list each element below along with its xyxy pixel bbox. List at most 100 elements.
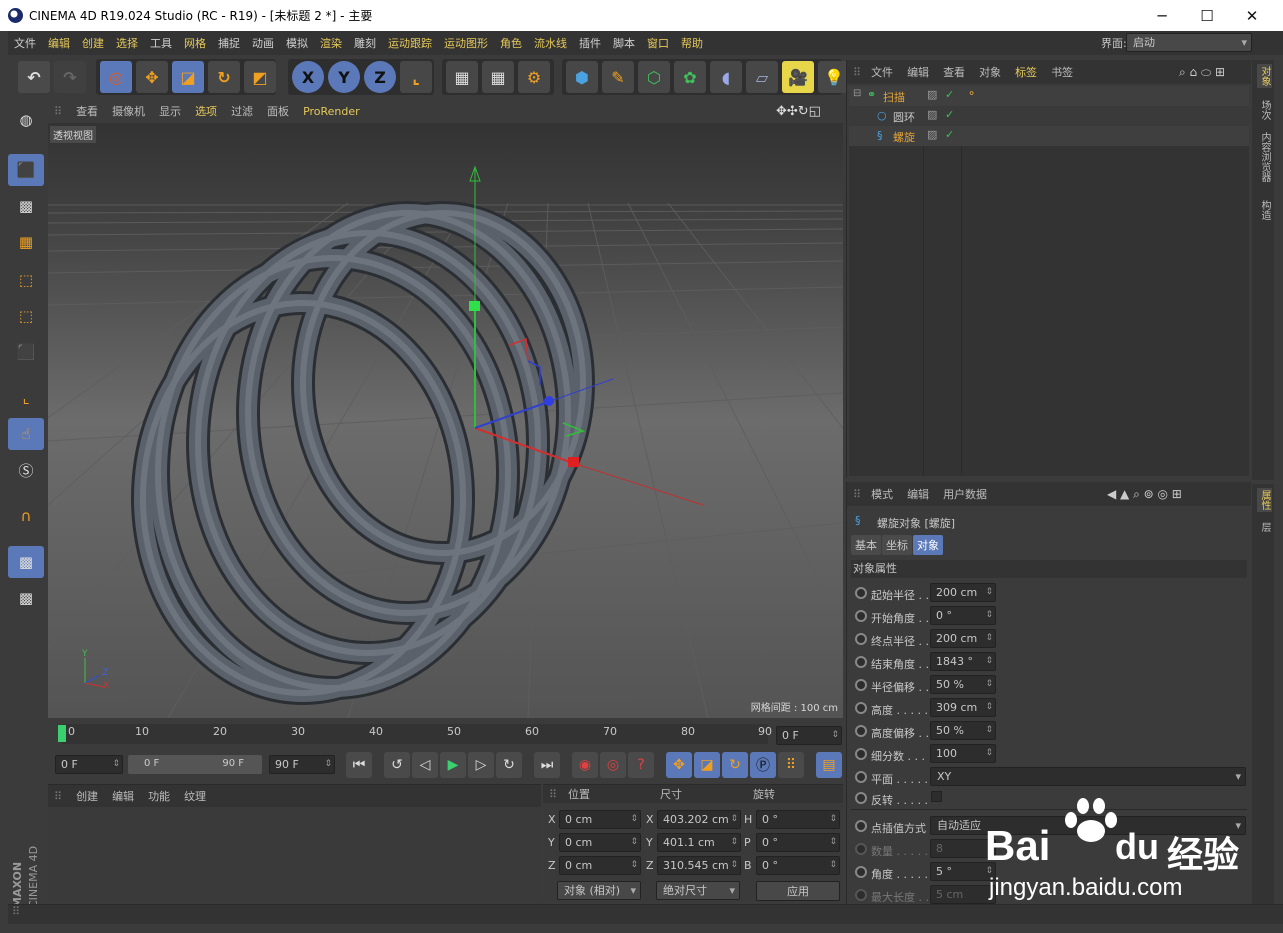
timeline-window-icon[interactable]: ▤ [816, 752, 842, 778]
plane-select[interactable]: XY [930, 767, 1246, 786]
menu-character[interactable]: 角色 [494, 35, 528, 51]
enabled-check-icon[interactable]: ✓ [945, 88, 954, 101]
subdivisions-field[interactable]: 100 [930, 744, 996, 763]
tab-content-browser[interactable]: 内容浏览器 [1257, 132, 1272, 182]
om-menu-view[interactable]: 查看 [943, 64, 965, 80]
pos-x-field[interactable]: 0 cm [559, 810, 641, 829]
pos-y-field[interactable]: 0 cm [559, 833, 641, 852]
planar-workplane-icon[interactable]: ▩ [8, 582, 44, 614]
move-icon[interactable]: ✥ [136, 61, 168, 93]
om-menu-tags[interactable]: 标签 [1015, 64, 1037, 80]
axis-mode-icon[interactable]: ⌞ [8, 382, 44, 414]
am-menu-userdata[interactable]: 用户数据 [943, 486, 987, 502]
record-keys-icon[interactable]: ◉ [572, 752, 598, 778]
edges-mode-icon[interactable]: ⬚ [8, 300, 44, 332]
menu-create[interactable]: 创建 [76, 35, 110, 51]
object-row-helix[interactable]: § 螺旋 ▨ ✓ [849, 126, 1249, 146]
visibility-toggle-icon[interactable]: ▨ [927, 128, 937, 141]
go-to-end-icon[interactable]: ⏭ [534, 752, 560, 778]
rot-h-field[interactable]: 0 ° [756, 810, 840, 829]
interpolation-select[interactable]: 自动适应 [930, 816, 1246, 835]
model-mode-icon[interactable]: ⬛ [8, 154, 44, 186]
key-position-icon[interactable]: ✥ [666, 752, 692, 778]
rot-p-field[interactable]: 0 ° [756, 833, 840, 852]
previous-key-icon[interactable]: ↺ [384, 752, 410, 778]
tab-objects[interactable]: 对象 [1257, 64, 1272, 88]
visibility-toggle-icon[interactable]: ▨ [927, 108, 937, 121]
menu-help[interactable]: 帮助 [675, 35, 709, 51]
animate-radio[interactable] [855, 843, 867, 855]
maximize-button[interactable]: ☐ [1184, 0, 1230, 31]
enabled-check-icon[interactable]: ✓ [945, 108, 954, 121]
reverse-checkbox[interactable] [931, 791, 942, 802]
subdivision-icon[interactable]: ⬡ [638, 61, 670, 93]
pos-z-field[interactable]: 0 cm [559, 856, 641, 875]
key-parameter-icon[interactable]: Ⓟ [750, 752, 776, 778]
redo-icon[interactable]: ↷ [54, 61, 86, 93]
tab-object[interactable]: 对象 [913, 535, 943, 555]
undo-icon[interactable]: ↶ [18, 61, 50, 93]
menu-plugins[interactable]: 插件 [573, 35, 607, 51]
camera-icon[interactable]: 🎥 [782, 61, 814, 93]
workplane-lock-icon[interactable]: ▩ [8, 546, 44, 578]
recent-tool-icon[interactable]: ◩ [244, 61, 276, 93]
material-menu-texture[interactable]: 纹理 [184, 788, 206, 804]
size-z-field[interactable]: 310.545 cm [657, 856, 741, 875]
rotate-icon[interactable]: ↻ [208, 61, 240, 93]
size-y-field[interactable]: 401.1 cm [657, 833, 741, 852]
play-icon[interactable]: ▶ [440, 752, 466, 778]
animate-radio[interactable] [855, 679, 867, 691]
material-menu-function[interactable]: 功能 [148, 788, 170, 804]
menu-render[interactable]: 渲染 [314, 35, 348, 51]
autokey-icon[interactable]: ◎ [600, 752, 626, 778]
tag-icon[interactable]: ⚬ [967, 87, 976, 100]
viewport-menu-camera[interactable]: 摄像机 [112, 103, 145, 119]
minimize-button[interactable]: ─ [1139, 0, 1185, 31]
render-view-icon[interactable]: ▦ [446, 61, 478, 93]
object-row-circle[interactable]: ○ 圆环 ▨ ✓ [849, 106, 1249, 126]
menu-animate[interactable]: 动画 [246, 35, 280, 51]
pen-spline-icon[interactable]: ✎ [602, 61, 634, 93]
menu-window[interactable]: 窗口 [641, 35, 675, 51]
tab-takes[interactable]: 场次 [1257, 100, 1272, 120]
perspective-viewport[interactable]: 透视视图 Y Z X 网格间距 : 100 cm [48, 123, 843, 718]
tab-basic[interactable]: 基本 [851, 535, 881, 555]
menu-pipeline[interactable]: 流水线 [528, 35, 573, 51]
menu-select[interactable]: 选择 [110, 35, 144, 51]
live-select-icon[interactable]: ◎ [100, 61, 132, 93]
make-editable-icon[interactable]: ◍ [8, 104, 44, 136]
tweak-mode-icon[interactable]: ☝ [8, 418, 44, 450]
points-mode-icon[interactable]: ⬚ [8, 264, 44, 296]
next-key-icon[interactable]: ↻ [496, 752, 522, 778]
radius-bias-field[interactable]: 50 % [930, 675, 996, 694]
close-button[interactable]: ✕ [1229, 0, 1275, 31]
layout-select[interactable]: 启动 [1126, 33, 1252, 52]
menu-mesh[interactable]: 网格 [178, 35, 212, 51]
enabled-check-icon[interactable]: ✓ [945, 128, 954, 141]
x-axis-lock-icon[interactable]: X [292, 61, 324, 93]
menu-motion-tracking[interactable]: 运动跟踪 [382, 35, 438, 51]
object-name-circle[interactable]: 圆环 [893, 109, 915, 125]
om-menu-edit[interactable]: 编辑 [907, 64, 929, 80]
key-scale-icon[interactable]: ◪ [694, 752, 720, 778]
om-menu-bookmarks[interactable]: 书签 [1051, 64, 1073, 80]
menu-tools[interactable]: 工具 [144, 35, 178, 51]
material-menu-edit[interactable]: 编辑 [112, 788, 134, 804]
animate-radio[interactable] [855, 820, 867, 832]
viewport-menu-display[interactable]: 显示 [159, 103, 181, 119]
height-field[interactable]: 309 cm [930, 698, 996, 717]
next-frame-icon[interactable]: ▷ [468, 752, 494, 778]
animate-radio[interactable] [855, 771, 867, 783]
snap-icon[interactable]: ∩ [8, 500, 44, 532]
viewport-menu-options[interactable]: 选项 [195, 103, 217, 119]
key-rotation-icon[interactable]: ↻ [722, 752, 748, 778]
tab-structure[interactable]: 构造 [1257, 200, 1272, 220]
animate-radio[interactable] [855, 748, 867, 760]
object-name-sweep[interactable]: 扫描 [883, 89, 905, 105]
am-menu-mode[interactable]: 模式 [871, 486, 893, 502]
menu-simulate[interactable]: 模拟 [280, 35, 314, 51]
menu-script[interactable]: 脚本 [607, 35, 641, 51]
start-angle-field[interactable]: 0 ° [930, 606, 996, 625]
viewport-menu-prorender[interactable]: ProRender [303, 105, 360, 118]
z-axis-lock-icon[interactable]: Z [364, 61, 396, 93]
